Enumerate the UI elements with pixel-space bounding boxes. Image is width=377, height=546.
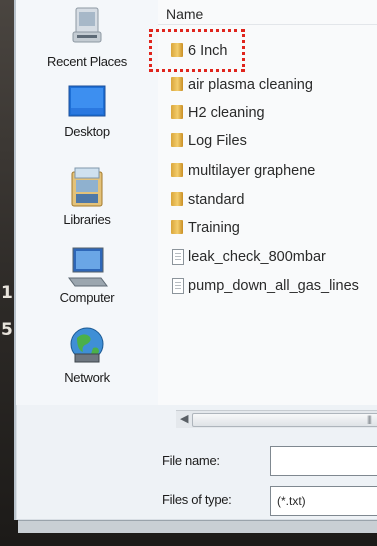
place-desktop[interactable]: Desktop: [16, 84, 158, 139]
file-item-multilayer-graphene[interactable]: multilayer graphene: [170, 160, 315, 182]
file-item-log-files[interactable]: Log Files: [170, 130, 247, 152]
places-bar: Recent Places Desktop Libraries Computer…: [16, 0, 158, 405]
file-item-label: Log Files: [188, 133, 247, 149]
folder-icon: [170, 133, 184, 149]
folder-icon: [170, 220, 184, 236]
place-label: Libraries: [63, 212, 111, 227]
file-item-leak-check-800mbar[interactable]: leak_check_800mbar: [170, 246, 326, 268]
file-item-standard[interactable]: standard: [170, 189, 244, 211]
network-icon: [70, 327, 104, 363]
file-item-label: pump_down_all_gas_lines: [188, 278, 359, 294]
text-file-icon: [170, 278, 184, 294]
file-name-input[interactable]: [270, 446, 377, 476]
file-item-pump-down-all-gas-lines[interactable]: pump_down_all_gas_lines: [170, 275, 359, 297]
place-libraries[interactable]: Libraries: [16, 162, 158, 227]
recent-places-icon: [72, 7, 102, 43]
computer-icon: [68, 247, 108, 287]
place-network[interactable]: Network: [16, 324, 158, 385]
place-label: Computer: [59, 290, 115, 305]
scroll-left-arrow-icon[interactable]: ◀: [180, 412, 188, 425]
file-item-label: standard: [188, 192, 245, 208]
file-item-label: air plasma cleaning: [188, 77, 313, 93]
file-item-training[interactable]: Training: [170, 217, 240, 239]
folder-icon: [170, 77, 184, 93]
highlight-annotation: [149, 29, 245, 72]
text-file-icon: [170, 249, 184, 265]
file-type-select[interactable]: (*.txt): [270, 486, 377, 516]
header-divider: [158, 24, 377, 25]
file-item-label: leak_check_800mbar: [188, 249, 326, 265]
file-item-label: Training: [188, 220, 240, 236]
scrollbar-thumb[interactable]: |||: [192, 413, 377, 427]
file-item-label: multilayer graphene: [188, 163, 316, 179]
dialog-frame-bottom: [18, 520, 377, 533]
place-recent-places[interactable]: Recent Places: [16, 2, 158, 69]
file-name-label: File name:: [162, 453, 220, 468]
place-computer[interactable]: Computer: [16, 244, 158, 305]
file-type-label: Files of type:: [162, 492, 232, 507]
place-label: Network: [64, 370, 110, 385]
folder-icon: [170, 105, 184, 121]
horizontal-scrollbar[interactable]: ◀ |||: [176, 410, 377, 428]
background-numeral: 5: [1, 320, 13, 340]
background-numeral: 1: [1, 283, 13, 303]
file-item-label: H2 cleaning: [188, 105, 265, 121]
libraries-icon: [71, 167, 103, 207]
file-item-h2-cleaning[interactable]: H2 cleaning: [170, 102, 265, 124]
folder-icon: [170, 192, 184, 208]
folder-icon: [170, 163, 184, 179]
open-file-dialog: Recent Places Desktop Libraries Computer…: [14, 0, 377, 520]
name-column-header[interactable]: Name: [166, 6, 203, 22]
desktop-icon: [68, 85, 106, 117]
scrollbar-grip-icon: |||: [367, 414, 372, 424]
place-label: Desktop: [64, 124, 110, 139]
file-item-air-plasma-cleaning[interactable]: air plasma cleaning: [170, 74, 313, 96]
place-label: Recent Places: [47, 54, 127, 69]
